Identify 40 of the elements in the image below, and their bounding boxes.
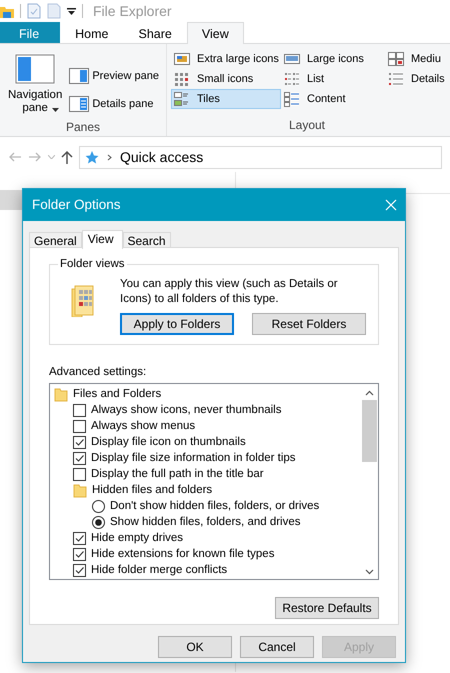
setting-label[interactable]: Hide extensions for known file types	[91, 546, 274, 563]
pane-button[interactable]: Preview pane	[66, 62, 162, 90]
section-label: Advanced settings:	[49, 365, 148, 380]
setting-label[interactable]: Hide empty drives	[91, 530, 184, 547]
address-field[interactable]: Quick access	[79, 146, 442, 168]
restore-defaults-button[interactable]: Restore Defaults	[275, 597, 379, 620]
layout-option[interactable]: Mediu	[385, 49, 450, 69]
layout-option[interactable]: Small icons	[171, 69, 281, 89]
setting-label: Files and Folders	[73, 386, 162, 402]
layout-option[interactable]: List	[281, 69, 385, 89]
folder-views-description: You can apply this view (such as Details or Icons) to all folders of this type.	[120, 277, 339, 307]
navigation-pane-button[interactable]: Navigation pane	[4, 48, 66, 118]
setting-label[interactable]: Don't show hidden files, folders, or drives	[110, 498, 320, 515]
setting-label[interactable]: Display the full path in the title bar	[91, 466, 264, 483]
setting-label[interactable]: Display file icon on thumbnails	[91, 434, 246, 451]
pane-button[interactable]: Details pane	[66, 90, 156, 118]
setting-label: Hidden files and folders	[92, 482, 212, 498]
setting-label[interactable]: Hide folder merge conflicts	[91, 562, 228, 579]
setting-label[interactable]: Always show icons, never thumbnails	[91, 402, 282, 419]
window-title: File Explorer	[93, 2, 172, 21]
dialog-tab[interactable]: View	[82, 230, 122, 249]
setting-label[interactable]: Always show menus	[91, 418, 196, 435]
dialog-button[interactable]: Reset Folders	[252, 313, 366, 335]
setting-label[interactable]: Display file size information in folder tips	[91, 450, 296, 467]
setting-label[interactable]: Show hidden files, folders, and drives	[110, 514, 300, 531]
group-label: Panes	[64, 119, 102, 136]
layout-option[interactable]: Extra large icons	[171, 49, 281, 69]
ribbon-tab[interactable]: View	[186, 22, 244, 44]
file-menu-tab[interactable]: File	[0, 22, 60, 43]
ribbon-tab[interactable]: Home	[60, 22, 124, 43]
group-label: Layout	[288, 117, 326, 134]
dialog-title: Folder Options	[32, 196, 121, 214]
layout-option[interactable]: Details	[385, 69, 450, 89]
dialog-button[interactable]: Apply to Folders	[120, 313, 234, 335]
dialog-button[interactable]: Cancel	[240, 636, 314, 658]
layout-option[interactable]: Content	[281, 89, 385, 109]
layout-option[interactable]: Tiles	[171, 89, 281, 109]
dialog-button[interactable]: OK	[158, 636, 232, 658]
layout-option[interactable]: Large icons	[281, 49, 385, 69]
ribbon-tab[interactable]: Share	[124, 22, 187, 43]
